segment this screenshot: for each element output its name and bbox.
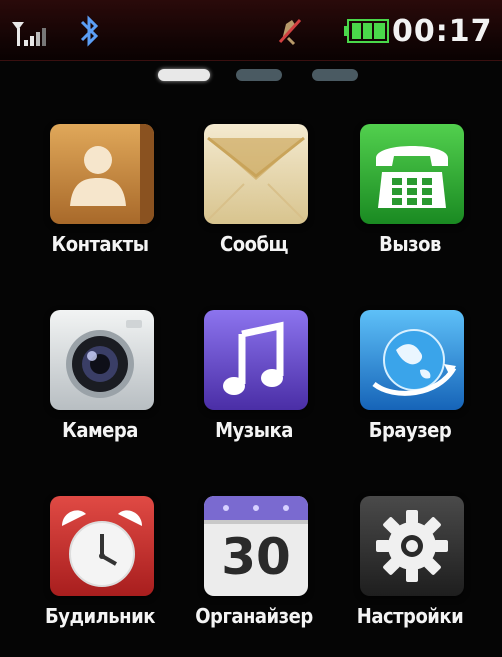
app-contacts[interactable]: Контакты	[30, 124, 170, 274]
app-music[interactable]: Музыка	[184, 310, 324, 460]
app-browser[interactable]: Браузер	[340, 310, 480, 460]
calendar-day: 30	[221, 528, 291, 586]
browser-icon	[360, 310, 464, 410]
app-camera[interactable]: Камера	[30, 310, 170, 460]
page-dot-2[interactable]	[236, 69, 282, 81]
app-label: Сообщ	[220, 232, 288, 256]
page-indicator	[0, 68, 502, 82]
contacts-icon	[50, 124, 154, 224]
app-label: Браузер	[368, 418, 452, 442]
page-dot-1[interactable]	[158, 69, 210, 81]
app-label: Вызов	[379, 232, 441, 256]
app-label: Настройки	[356, 604, 464, 628]
music-icon	[204, 310, 308, 410]
app-label: Музыка	[215, 418, 293, 442]
app-organizer[interactable]: 30 Органайзер	[184, 496, 324, 646]
signal-strength-icon	[12, 22, 46, 46]
status-bar: 00:17	[0, 0, 502, 61]
app-label: Камера	[62, 418, 138, 442]
app-messages[interactable]: Сообщ	[184, 124, 324, 274]
organizer-calendar-icon: 30	[204, 496, 308, 596]
call-icon	[360, 124, 464, 224]
bluetooth-icon	[80, 15, 99, 47]
messages-icon	[204, 124, 308, 224]
status-clock: 00:17	[392, 14, 493, 49]
alarm-clock-icon	[50, 496, 154, 596]
app-label: Контакты	[51, 232, 150, 256]
app-settings[interactable]: Настройки	[340, 496, 480, 646]
battery-full-icon	[344, 19, 389, 43]
app-call[interactable]: Вызов	[340, 124, 480, 274]
silent-mode-icon	[278, 18, 302, 46]
app-label: Органайзер	[195, 604, 313, 628]
page-dot-3[interactable]	[312, 69, 358, 81]
settings-gear-icon	[360, 496, 464, 596]
app-alarm[interactable]: Будильник	[30, 496, 170, 646]
app-label: Будильник	[45, 604, 155, 628]
camera-icon	[50, 310, 154, 410]
